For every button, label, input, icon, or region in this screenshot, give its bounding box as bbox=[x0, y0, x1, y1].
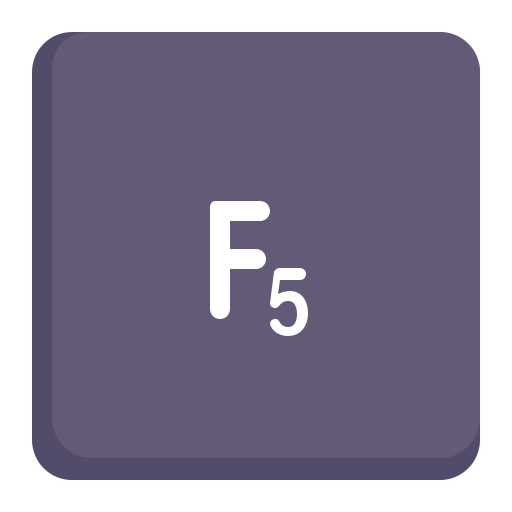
key-legend-glyphs: F 5 bbox=[32, 32, 308, 336]
key-legend: F 5 bbox=[32, 32, 480, 480]
digit-5-glyph bbox=[270, 267, 308, 336]
key-main-letter: F bbox=[32, 32, 33, 33]
key-subscript: 5 bbox=[32, 32, 33, 33]
f5-key[interactable]: F 5 bbox=[32, 32, 480, 480]
letter-f-glyph bbox=[209, 201, 270, 319]
